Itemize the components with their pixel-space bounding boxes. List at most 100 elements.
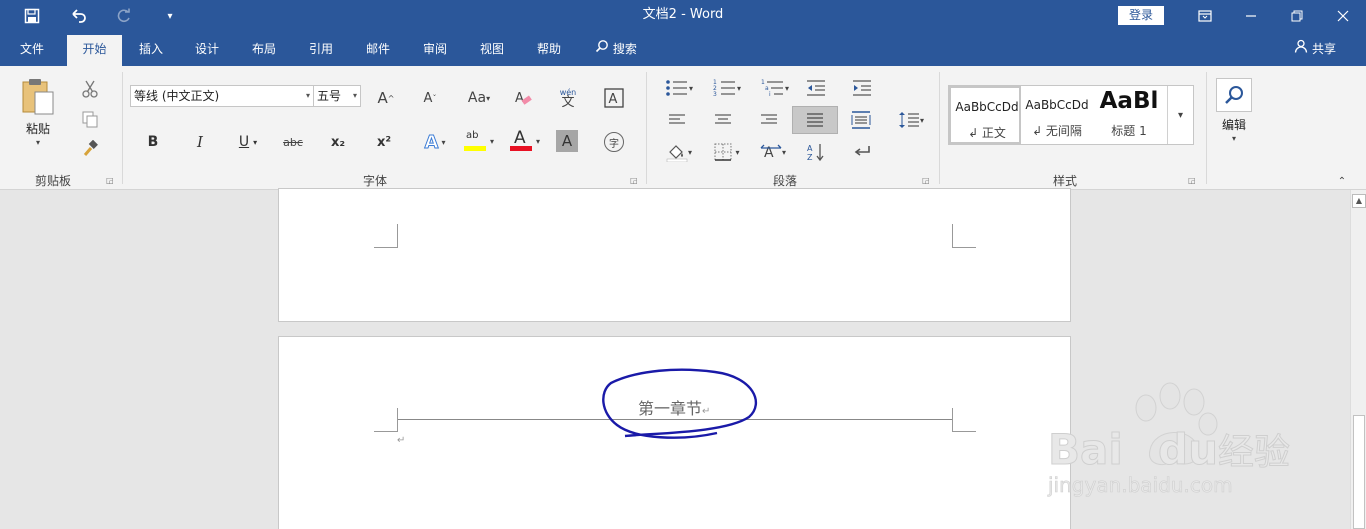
undo-icon[interactable] xyxy=(58,0,98,32)
style-heading-1-name: 标题 1 xyxy=(1111,124,1147,138)
multilevel-list-icon[interactable]: 1 a i ▾ xyxy=(756,76,794,100)
restore-icon[interactable] xyxy=(1274,0,1320,32)
tab-references[interactable]: 引用 xyxy=(298,35,344,66)
underline-button[interactable]: U ▾ xyxy=(230,130,266,154)
collapse-ribbon-icon[interactable]: ⌃ xyxy=(1334,174,1350,188)
paste-button[interactable]: 粘贴 xyxy=(14,120,62,136)
font-group-label: 字体 xyxy=(362,174,387,188)
shading-icon[interactable]: ▾ xyxy=(660,140,698,164)
font-name-combo[interactable]: 等线 (中文正文) ▾ xyxy=(130,85,314,107)
svg-text:3: 3 xyxy=(713,91,717,97)
save-icon[interactable] xyxy=(12,0,52,32)
ribbon-home: 粘贴 ▾ 剪贴板 ◲ 等线 (中文正文) ▾ 五号 ▾ A ^ Aˇ Aa ▾ A … xyxy=(0,66,1366,190)
copy-icon[interactable] xyxy=(78,108,102,130)
font-launcher-icon[interactable]: ◲ xyxy=(630,176,638,185)
tab-review[interactable]: 审阅 xyxy=(412,35,458,66)
style-no-spacing[interactable]: AaBbCcDd ↲ 无间隔 xyxy=(1021,86,1093,144)
tab-design[interactable]: 设计 xyxy=(184,35,230,66)
cut-icon[interactable] xyxy=(78,78,102,100)
tab-mailings[interactable]: 邮件 xyxy=(355,35,401,66)
highlight-swatch xyxy=(463,146,486,151)
svg-text:i: i xyxy=(769,91,771,97)
styles-more-icon[interactable]: ▾ xyxy=(1167,86,1193,144)
line-spacing-icon[interactable]: ▾ xyxy=(894,108,928,132)
grow-font-glyph: A xyxy=(377,89,388,107)
style-normal-name: ↲ 正文 xyxy=(968,126,1006,140)
tab-view[interactable]: 视图 xyxy=(469,35,515,66)
editing-button[interactable]: 编辑 xyxy=(1212,116,1256,132)
bold-button[interactable]: B xyxy=(142,130,164,154)
svg-text:A: A xyxy=(609,92,618,107)
strikethrough-button[interactable]: abc xyxy=(278,130,308,154)
editing-dropdown-icon[interactable]: ▾ xyxy=(1226,132,1242,144)
tab-help[interactable]: 帮助 xyxy=(526,35,572,66)
style-normal[interactable]: AaBbCcDd ↲ 正文 xyxy=(949,86,1021,144)
increase-indent-icon[interactable] xyxy=(850,76,874,100)
customize-qat-icon[interactable]: ▾ xyxy=(150,0,190,32)
shrink-font-icon[interactable]: Aˇ xyxy=(418,86,442,110)
tab-insert[interactable]: 插入 xyxy=(128,35,174,66)
bullets-icon[interactable]: ▾ xyxy=(660,76,698,100)
styles-launcher-icon[interactable]: ◲ xyxy=(1188,176,1196,185)
paste-dropdown-icon[interactable]: ▾ xyxy=(28,136,48,148)
show-paragraph-marks-icon[interactable] xyxy=(850,140,874,164)
highlight-color-icon[interactable]: ab ▾ xyxy=(460,128,498,154)
font-color-icon[interactable]: A ▾ xyxy=(506,128,544,154)
annotation-circle xyxy=(602,368,758,439)
scroll-thumb[interactable] xyxy=(1353,415,1365,529)
document-page[interactable]: 第一章节↵ ↵ xyxy=(278,336,1071,529)
text-effects-icon[interactable]: A ▾ xyxy=(418,130,452,154)
tell-me-search[interactable]: 搜索 xyxy=(588,35,644,66)
italic-button[interactable]: I xyxy=(189,130,211,154)
align-center-icon[interactable] xyxy=(710,108,736,132)
format-painter-icon[interactable] xyxy=(78,138,102,160)
group-separator xyxy=(1206,72,1207,184)
svg-text:jingyan.baidu.com: jingyan.baidu.com xyxy=(1047,473,1233,497)
login-button[interactable]: 登录 xyxy=(1118,6,1164,25)
close-icon[interactable] xyxy=(1320,0,1366,32)
distributed-icon[interactable] xyxy=(848,108,874,132)
tab-file[interactable]: 文件 xyxy=(8,35,56,66)
chevron-down-icon: ▾ xyxy=(305,91,310,100)
minimize-icon[interactable] xyxy=(1228,0,1274,32)
sort-icon[interactable]: AZ xyxy=(804,140,828,164)
font-size-combo[interactable]: 五号 ▾ xyxy=(313,85,361,107)
svg-text:A: A xyxy=(807,144,813,153)
phonetic-char: 文 xyxy=(561,95,575,110)
decrease-indent-icon[interactable] xyxy=(804,76,828,100)
align-left-icon[interactable] xyxy=(664,108,690,132)
ribbon-tab-bar: 文件 开始 插入 设计 布局 引用 邮件 审阅 视图 帮助 搜索 共享 xyxy=(0,32,1366,66)
font-color-swatch xyxy=(509,146,532,151)
redo-icon[interactable] xyxy=(104,0,144,32)
align-right-icon[interactable] xyxy=(756,108,782,132)
baidu-jingyan-watermark: Bai du 经验 jingyan.baidu.com xyxy=(1046,382,1306,502)
highlight-glyph: ab xyxy=(465,130,479,141)
paragraph-launcher-icon[interactable]: ◲ xyxy=(922,176,930,185)
tab-home[interactable]: 开始 xyxy=(67,35,122,66)
paste-icon[interactable] xyxy=(18,74,58,118)
style-heading-1[interactable]: AaBl 标题 1 xyxy=(1093,86,1165,144)
phonetic-guide-icon[interactable]: wén 文 xyxy=(554,84,582,112)
character-border-icon[interactable]: A xyxy=(602,86,626,110)
find-icon[interactable] xyxy=(1216,78,1252,112)
numbering-icon[interactable]: 1 2 3 ▾ xyxy=(708,76,746,100)
subscript-button[interactable]: x₂ xyxy=(326,130,350,154)
chinese-layout-icon[interactable]: A ▾ xyxy=(756,140,790,164)
change-case-icon[interactable]: Aa ▾ xyxy=(462,86,496,110)
shading-glyph: A xyxy=(561,132,573,150)
vertical-scrollbar[interactable]: ▲ xyxy=(1350,190,1366,529)
scroll-up-icon[interactable]: ▲ xyxy=(1352,194,1366,208)
ribbon-display-options-icon[interactable] xyxy=(1182,0,1228,32)
enclose-characters-icon[interactable]: 字 xyxy=(602,130,626,154)
document-page[interactable] xyxy=(278,188,1071,322)
borders-icon[interactable]: ▾ xyxy=(708,140,746,164)
clipboard-launcher-icon[interactable]: ◲ xyxy=(106,176,114,185)
character-shading-icon[interactable]: A xyxy=(556,130,578,152)
clear-formatting-icon[interactable]: A xyxy=(510,86,536,110)
superscript-button[interactable]: x² xyxy=(372,130,396,154)
justify-icon[interactable] xyxy=(792,106,838,134)
tab-layout[interactable]: 布局 xyxy=(241,35,287,66)
grow-font-icon[interactable]: A ^ xyxy=(374,86,398,110)
share-button[interactable]: 共享 xyxy=(1294,35,1336,64)
chevron-down-icon: ▾ xyxy=(352,91,357,100)
